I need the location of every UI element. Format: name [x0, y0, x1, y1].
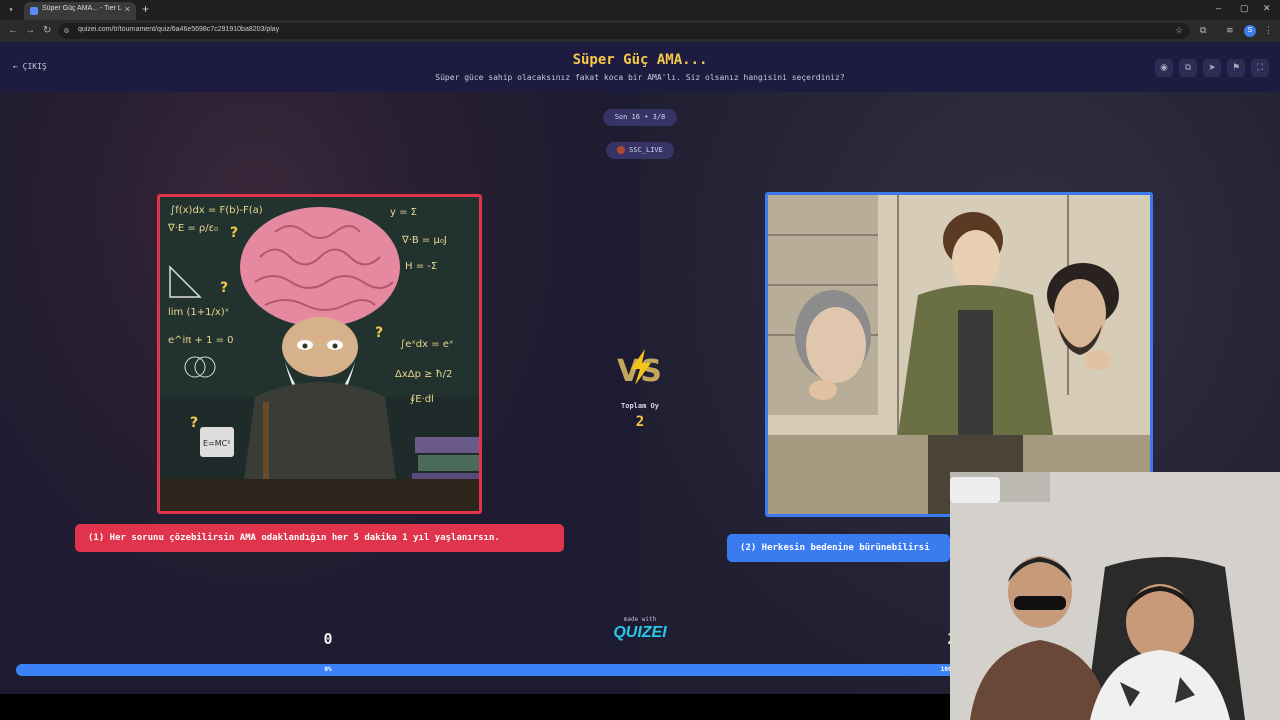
url-text: quizei.com/tr/tournament/quiz/6a46e5698c… — [78, 26, 280, 33]
vs-lightning-icon: VS — [617, 349, 662, 387]
svg-text:?: ? — [220, 280, 228, 296]
made-with-text: made with — [623, 616, 657, 623]
new-tab-button[interactable]: + — [142, 2, 149, 16]
back-arrow-icon[interactable]: ← — [8, 25, 18, 36]
tab-favicon-icon — [30, 7, 38, 15]
quiz-subtitle: Süper güce sahip olacaksınız fakat koca … — [435, 73, 845, 82]
quiz-header: ← ÇIKIŞ Süper Güç AMA... Süper güce sahi… — [0, 42, 1280, 92]
svg-text:H = -Σ: H = -Σ — [405, 261, 437, 272]
extensions-icon[interactable]: ⧉ — [1200, 25, 1206, 36]
send-icon[interactable]: ➤ — [1203, 59, 1221, 77]
browser-tab-bar: ▾ Süper Güç AMA... - Tier List, Kı × + –… — [0, 0, 1280, 20]
svg-text:∫f(x)dx = F(b)-F(a): ∫f(x)dx = F(b)-F(a) — [170, 205, 263, 216]
svg-text:?: ? — [375, 325, 383, 341]
svg-text:ΔxΔp ≥ ħ/2: ΔxΔp ≥ ħ/2 — [395, 369, 452, 380]
eye-icon[interactable]: ◉ — [1155, 59, 1173, 77]
webcam-feed-image — [950, 472, 1280, 720]
reload-icon[interactable]: ↻ — [43, 25, 51, 36]
bookmark-star-icon[interactable]: ☆ — [1175, 25, 1183, 36]
option-1-percent: 0% — [324, 666, 332, 673]
profile-avatar[interactable]: S — [1244, 25, 1256, 37]
site-info-icon[interactable]: ⚙ — [64, 26, 69, 35]
address-bar[interactable]: ⚙ quizei.com/tr/tournament/quiz/6a46e569… — [58, 23, 1190, 39]
user-badge: SSC_LIVE — [606, 142, 674, 159]
close-window-button[interactable]: ✕ — [1263, 3, 1271, 14]
option-1-label[interactable]: (1) Her sorunu çözebilirsin AMA odakland… — [75, 524, 564, 552]
svg-text:?: ? — [230, 225, 238, 241]
svg-text:∇·B = μ₀J: ∇·B = μ₀J — [401, 235, 447, 246]
svg-text:lim (1+1/x)ˣ: lim (1+1/x)ˣ — [168, 307, 229, 318]
total-votes-label: Toplam Oy — [621, 402, 659, 410]
screen: ▾ Süper Güç AMA... - Tier List, Kı × + –… — [0, 0, 1280, 720]
option-2-image[interactable] — [765, 192, 1153, 517]
option-2-label[interactable]: (2) Herkesin bedenine bürünebilirsi — [727, 534, 950, 562]
option-1-vote-count: 0 — [323, 630, 333, 648]
option-1-image[interactable]: ∫f(x)dx = F(b)-F(a) ∇·E = ρ/ε₀ y = Σ ∇·B… — [157, 194, 482, 514]
cast-icon[interactable]: ≋ — [1226, 25, 1234, 36]
option-2-illustration — [768, 195, 1150, 514]
svg-text:?: ? — [190, 415, 198, 431]
user-name: SSC_LIVE — [629, 146, 663, 154]
svg-text:E=MC²: E=MC² — [203, 439, 230, 448]
tab-search-icon[interactable]: ▾ — [4, 3, 18, 17]
user-avatar — [617, 146, 626, 154]
svg-text:∮E·dl: ∮E·dl — [410, 394, 434, 405]
quizei-logo[interactable]: QUIZEI — [600, 624, 680, 642]
flag-icon[interactable]: ⚑ — [1227, 59, 1245, 77]
total-votes-value: 2 — [635, 414, 645, 430]
tab-close-icon[interactable]: × — [125, 4, 130, 14]
maximize-button[interactable]: ▢ — [1240, 3, 1249, 14]
svg-text:∫eˣdx = eˣ: ∫eˣdx = eˣ — [400, 339, 453, 350]
svg-text:y = Σ: y = Σ — [390, 207, 417, 218]
browser-tab[interactable]: Süper Güç AMA... - Tier List, Kı × — [24, 2, 136, 20]
browser-toolbar: ← → ↻ ⚙ quizei.com/tr/tournament/quiz/6a… — [0, 20, 1280, 42]
option-1-illustration: ∫f(x)dx = F(b)-F(a) ∇·E = ρ/ε₀ y = Σ ∇·B… — [160, 197, 479, 511]
browser-menu-icon[interactable]: ⋮ — [1264, 25, 1273, 36]
forward-arrow-icon[interactable]: → — [25, 25, 35, 36]
fullscreen-icon[interactable]: ⛶ — [1251, 59, 1269, 77]
minimize-button[interactable]: – — [1216, 3, 1221, 13]
svg-text:e^iπ + 1 = 0: e^iπ + 1 = 0 — [168, 335, 234, 346]
tab-title: Süper Güç AMA... - Tier List, Kı — [42, 5, 122, 12]
round-stage-badge: Son 16 • 3/8 — [603, 109, 677, 126]
svg-text:∇·E = ρ/ε₀: ∇·E = ρ/ε₀ — [167, 223, 218, 234]
copy-icon[interactable]: ⧉ — [1179, 59, 1197, 77]
quiz-title: Süper Güç AMA... — [572, 52, 708, 68]
webcam-overlay — [950, 472, 1280, 720]
